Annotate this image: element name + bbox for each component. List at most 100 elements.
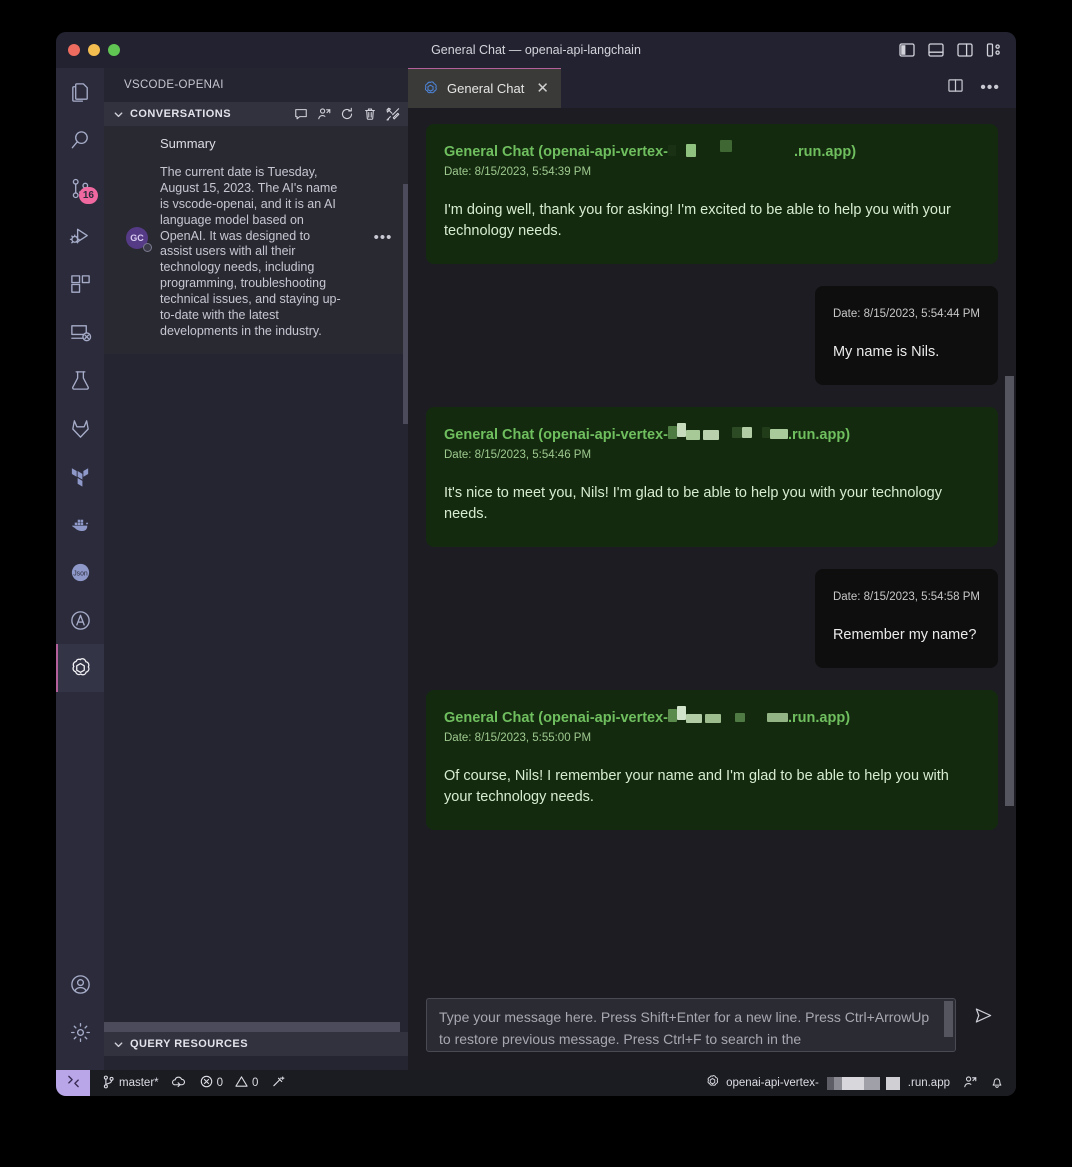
avatar-column: GC — [114, 136, 160, 340]
tab-general-chat[interactable]: General Chat ✕ — [408, 68, 561, 108]
chevron-down-icon — [110, 109, 126, 120]
toggle-panel-icon[interactable] — [928, 43, 944, 57]
message-title-suffix: .run.app) — [788, 427, 851, 444]
send-icon — [974, 1006, 993, 1030]
avatar: GC — [126, 226, 152, 252]
redacted-url-segment — [668, 706, 788, 725]
input-scrollbar-thumb[interactable] — [944, 1001, 953, 1037]
message-date: Date: 8/15/2023, 5:54:58 PM — [832, 591, 980, 604]
sync-cloud-icon[interactable] — [171, 1075, 186, 1091]
desktop-background: General Chat — openai-api-langchain 16 J… — [0, 0, 1072, 1167]
status-bar-right: openai-api-vertex- .run.app — [705, 1074, 1016, 1092]
openai-icon — [705, 1074, 720, 1092]
close-window-button[interactable] — [68, 44, 80, 56]
openai-icon — [422, 80, 439, 97]
message-date: Date: 8/15/2023, 5:54:39 PM — [444, 166, 592, 178]
close-icon[interactable]: ✕ — [536, 81, 549, 96]
chat-message-assistant: General Chat (openai-api-vertex- .run.ap… — [426, 124, 998, 265]
query-resources-body — [104, 1056, 408, 1070]
tab-label: General Chat — [447, 81, 525, 96]
sidebar-horizontal-scrollbar[interactable] — [104, 1022, 408, 1032]
sidebar-item-openai[interactable] — [56, 644, 104, 692]
remote-window-button[interactable] — [56, 1070, 90, 1096]
message-text: Remember my name? — [832, 627, 977, 644]
chat-vertical-scrollbar[interactable] — [1005, 376, 1014, 806]
docker-icon — [69, 513, 92, 536]
conversation-content: Summary The current date is Tuesday, Aug… — [160, 136, 368, 340]
message-input[interactable]: Type your message here. Press Shift+Ente… — [427, 999, 955, 1050]
message-text: I'm doing well, thank you for asking! I'… — [444, 202, 951, 240]
refresh-icon[interactable] — [340, 107, 354, 121]
conversation-more-button[interactable]: ••• — [368, 136, 398, 340]
status-branch[interactable]: master* — [102, 1075, 186, 1092]
sidebar-item-testing[interactable] — [56, 356, 104, 404]
message-title-prefix: General Chat (openai-api-vertex- — [444, 427, 668, 444]
warning-icon — [235, 1075, 248, 1091]
activity-bar-bottom — [56, 960, 104, 1070]
messages-list: General Chat (openai-api-vertex- .run.ap… — [426, 124, 998, 852]
message-title: General Chat (openai-api-vertex- .run.ap… — [444, 706, 980, 726]
new-persona-icon[interactable] — [317, 107, 331, 121]
chat-message-user: Date: 8/15/2023, 5:54:44 PM My name is N… — [814, 286, 998, 386]
bell-icon[interactable] — [990, 1075, 1004, 1092]
message-title-prefix: General Chat (openai-api-vertex- — [444, 710, 668, 727]
section-header-query-resources[interactable]: QUERY RESOURCES — [104, 1032, 408, 1056]
status-ports[interactable] — [272, 1075, 285, 1091]
gitlab-icon — [69, 417, 92, 440]
message-composer: Type your message here. Press Shift+Ente… — [408, 988, 1016, 1070]
tools-icon[interactable] — [386, 107, 400, 121]
sidebar-item-gitlab[interactable] — [56, 404, 104, 452]
sidebar-item-run-debug[interactable] — [56, 212, 104, 260]
sidebar-item-ansible[interactable] — [56, 596, 104, 644]
sidebar-item-extensions[interactable] — [56, 260, 104, 308]
remote-window-icon — [66, 1075, 81, 1091]
toggle-secondary-sidebar-icon[interactable] — [957, 43, 973, 57]
title-bar: General Chat — openai-api-langchain — [56, 32, 1016, 68]
send-button[interactable] — [968, 998, 998, 1038]
sidebar-item-terraform[interactable] — [56, 452, 104, 500]
search-icon — [69, 129, 92, 152]
vscode-window: General Chat — openai-api-langchain 16 J… — [56, 32, 1016, 1096]
sidebar-item-docker[interactable] — [56, 500, 104, 548]
redacted-url-segment — [668, 140, 794, 160]
error-icon — [200, 1075, 213, 1091]
circle-a-icon — [69, 609, 92, 632]
settings-button[interactable] — [56, 1008, 104, 1056]
scrollbar-thumb[interactable] — [104, 1022, 400, 1032]
status-problems[interactable]: 0 0 — [200, 1075, 258, 1091]
sidebar-item-json[interactable]: Json — [56, 548, 104, 596]
git-branch-icon — [102, 1075, 115, 1092]
sidebar-item-source-control[interactable]: 16 — [56, 164, 104, 212]
minimize-window-button[interactable] — [88, 44, 100, 56]
avatar-status-badge — [143, 242, 152, 252]
traffic-lights — [56, 44, 120, 56]
remote-account-icon[interactable] — [963, 1075, 977, 1092]
beaker-icon — [69, 369, 92, 392]
section-header-conversations[interactable]: CONVERSATIONS — [104, 102, 408, 126]
maximize-window-button[interactable] — [108, 44, 120, 56]
customize-layout-icon[interactable] — [986, 43, 1002, 57]
endpoint-prefix: openai-api-vertex- — [726, 1077, 819, 1089]
editor-actions: ••• — [947, 68, 1016, 108]
toggle-primary-sidebar-icon[interactable] — [899, 43, 915, 57]
conversation-snippet: The current date is Tuesday, August 15, … — [160, 165, 341, 338]
split-editor-icon[interactable] — [947, 78, 964, 98]
terraform-icon — [69, 465, 92, 488]
sidebar-item-explorer[interactable] — [56, 68, 104, 116]
list-item[interactable]: GC Summary The current date is Tuesday, … — [104, 126, 408, 354]
account-icon — [69, 973, 92, 996]
chat-messages-area: General Chat (openai-api-vertex- .run.ap… — [408, 108, 1016, 988]
extensions-icon — [69, 273, 92, 296]
message-date: Date: 8/15/2023, 5:54:44 PM — [832, 308, 980, 321]
more-actions-icon[interactable]: ••• — [980, 80, 1000, 96]
sidebar-item-remote-explorer[interactable] — [56, 308, 104, 356]
sidebar-item-search[interactable] — [56, 116, 104, 164]
editor-group: General Chat ✕ ••• General Chat (openai-… — [408, 68, 1016, 1070]
message-date: Date: 8/15/2023, 5:54:46 PM — [444, 449, 592, 462]
status-openai-endpoint[interactable]: openai-api-vertex- .run.app — [705, 1074, 950, 1092]
message-input-wrapper[interactable]: Type your message here. Press Shift+Ente… — [426, 998, 956, 1052]
accounts-button[interactable] — [56, 960, 104, 1008]
files-icon — [69, 81, 92, 104]
delete-icon[interactable] — [363, 107, 377, 121]
new-conversation-icon[interactable] — [294, 107, 308, 121]
